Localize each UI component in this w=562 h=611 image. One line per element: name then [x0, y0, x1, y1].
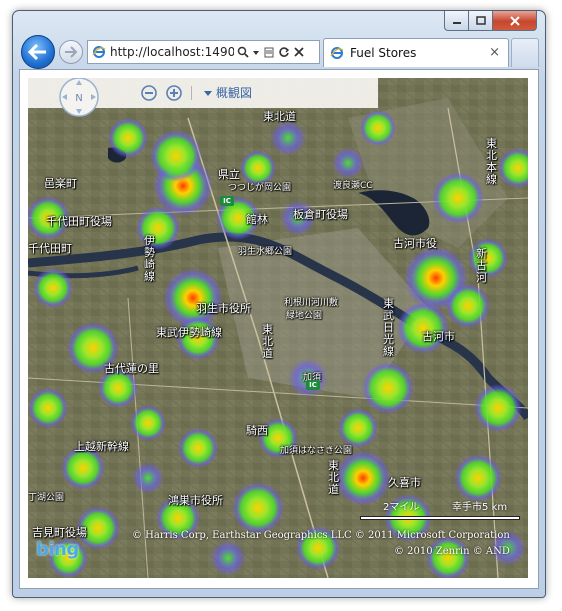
minimize-button[interactable]	[444, 11, 469, 31]
map-style-label: 概観図	[216, 86, 253, 100]
map-label: 古河市役	[393, 237, 437, 250]
map-label: 板倉町役場	[293, 208, 348, 221]
compat-icon[interactable]	[263, 46, 275, 58]
caption-buttons	[444, 11, 537, 31]
map-label: 羽生市役所	[196, 302, 251, 315]
map-label: 東北本線	[486, 137, 497, 186]
forward-button[interactable]	[59, 40, 83, 64]
map-label: 新古河	[476, 247, 487, 284]
map-label: 鴻巣市役所	[168, 494, 223, 507]
map-label: 館林	[246, 213, 268, 226]
ie-page-icon	[92, 46, 106, 58]
map-label: 上越新幹線	[74, 440, 129, 453]
stop-icon[interactable]	[293, 46, 305, 58]
map-label: 東武伊勢崎線	[156, 326, 222, 339]
tab-close-icon[interactable]: ×	[489, 45, 500, 60]
map-label: つつじが岡公園	[228, 183, 292, 193]
map-label: 緑地公園	[286, 311, 323, 321]
interchange-marker: IC	[220, 196, 234, 206]
scale-km: 幸手市5 km	[452, 502, 508, 513]
dashboard-separator	[191, 86, 192, 100]
map-label: 利根川河川敷	[284, 298, 339, 308]
scale-bar: 2マイル 幸手市5 km	[358, 498, 526, 528]
zoom-in-icon[interactable]	[165, 84, 183, 102]
map-label: 騎西	[246, 424, 268, 437]
address-url[interactable]: http://localhost:1490	[110, 45, 234, 59]
copyright-line2: © 2010 Zenrin © AND	[394, 546, 510, 557]
map-label: 東北道	[263, 110, 296, 123]
map-label: 千代田町役場	[46, 215, 112, 228]
map-label: 吉見町役場	[32, 526, 87, 539]
map-label: 東北道	[328, 459, 339, 496]
map-label: 邑楽町	[44, 177, 77, 190]
map-label: 丁湖公園	[28, 493, 65, 503]
dropdown-icon[interactable]	[252, 46, 260, 58]
ie-tab-icon	[330, 47, 344, 59]
scale-line	[360, 516, 520, 520]
scale-miles: 2マイル	[383, 502, 420, 513]
map-label: 古代蓮の里	[104, 362, 159, 375]
interchange-marker: IC	[306, 380, 320, 390]
tab-title: Fuel Stores	[350, 46, 417, 60]
map-label: 千代田町	[28, 242, 72, 255]
map-label: 加須はなさき公園	[280, 446, 353, 456]
page-content: 東北道 東北本線 県立 つつじが岡公園 邑楽町 千代田町役場 千代田町 渡良瀬C…	[19, 69, 539, 589]
browser-window: http://localhost:1490 Fuel Stores × 東北道 …	[12, 10, 546, 598]
back-button[interactable]	[21, 35, 55, 69]
tab-fuel-stores[interactable]: Fuel Stores ×	[323, 38, 509, 67]
back-arrow-icon	[28, 43, 46, 61]
bing-map[interactable]: 東北道 東北本線 県立 つつじが岡公園 邑楽町 千代田町役場 千代田町 渡良瀬C…	[28, 78, 528, 578]
zoom-out-icon[interactable]	[140, 84, 158, 102]
map-label: 東武日光線	[383, 297, 394, 358]
copyright-line1: © Harris Corp, Earthstar Geographics LLC…	[132, 530, 510, 541]
map-label: 久喜市	[388, 476, 421, 489]
maximize-button[interactable]	[469, 11, 493, 31]
map-label: 伊勢崎線	[144, 234, 155, 283]
bing-logo: bing	[36, 539, 79, 560]
chevron-down-icon	[204, 90, 212, 96]
address-bar[interactable]: http://localhost:1490	[87, 40, 320, 64]
map-label: 古河市	[422, 330, 455, 343]
minimize-icon	[452, 21, 461, 24]
map-label: 東北道	[262, 323, 273, 360]
close-icon	[509, 15, 520, 26]
maximize-icon	[475, 16, 486, 25]
forward-arrow-icon	[65, 46, 78, 58]
map-style-selector[interactable]: 概観図	[204, 84, 252, 101]
address-tools	[237, 46, 305, 58]
new-tab-button[interactable]	[511, 38, 539, 67]
search-icon[interactable]	[237, 46, 249, 58]
close-window-button[interactable]	[493, 11, 537, 31]
compass-label: N	[75, 93, 82, 104]
map-dashboard: N 概観図	[28, 78, 378, 117]
refresh-icon[interactable]	[278, 46, 290, 58]
map-label: 羽生水郷公園	[238, 247, 293, 257]
navigation-bar: http://localhost:1490 Fuel Stores ×	[19, 35, 539, 69]
compass-control[interactable]: N	[58, 78, 100, 118]
map-label: 渡良瀬CC	[333, 181, 373, 191]
